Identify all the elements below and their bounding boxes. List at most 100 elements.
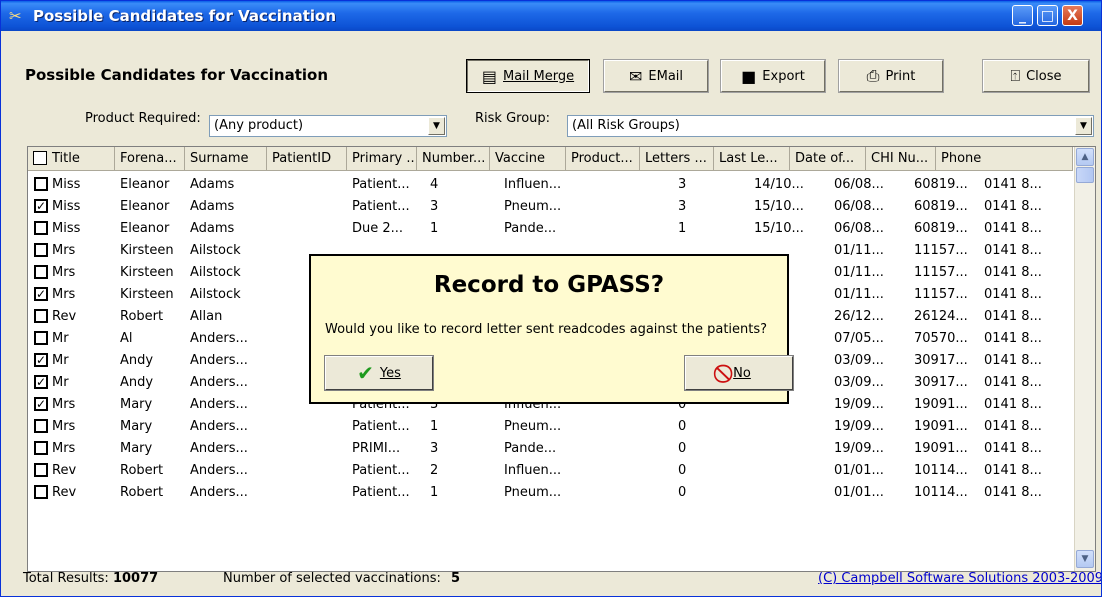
column-header-title[interactable]: Title — [28, 147, 115, 171]
select-all-checkbox[interactable] — [33, 151, 47, 165]
cell-surname: Ailstock — [190, 243, 241, 258]
copyright-link[interactable]: (C) Campbell Software Solutions 2003-200… — [818, 571, 1101, 593]
maximize-button[interactable]: □ — [1037, 5, 1058, 26]
table-row[interactable]: Rev Robert Anders... Patient... 2 Influen... 0… — [28, 460, 1073, 482]
row-checkbox[interactable] — [34, 485, 48, 499]
table-row[interactable]: Mrs Mary Anders... PRIMI... 3 Pande... 0 19/09.… — [28, 438, 1073, 460]
table-row[interactable]: Miss Eleanor Adams Patient... 4 Influen... 3 14… — [28, 174, 1073, 196]
cell-forename: Robert — [120, 485, 164, 500]
row-checkbox[interactable] — [34, 309, 48, 323]
scroll-down-icon[interactable]: ▼ — [1076, 550, 1094, 568]
risk-group-value: (All Risk Groups) — [572, 118, 680, 133]
column-header-phone[interactable]: Phone — [936, 147, 1073, 171]
column-header-letters[interactable]: Letters ... — [640, 147, 714, 171]
row-checkbox[interactable] — [34, 265, 48, 279]
row-checkbox[interactable] — [34, 243, 48, 257]
cell-chi: 11157... — [914, 287, 968, 302]
cell-date-of-birth: 01/01... — [834, 463, 884, 478]
window-close-button[interactable]: X — [1062, 5, 1083, 26]
column-header-patientid[interactable]: PatientID — [267, 147, 347, 171]
column-header-number[interactable]: Number... — [417, 147, 490, 171]
row-checkbox[interactable]: ✓ — [34, 397, 48, 411]
scroll-thumb[interactable] — [1076, 167, 1094, 183]
cell-date-of-birth: 01/11... — [834, 265, 884, 280]
column-header-product[interactable]: Product... — [566, 147, 640, 171]
cell-surname: Adams — [190, 177, 235, 192]
column-header-primary[interactable]: Primary ... — [347, 147, 417, 171]
cell-surname: Ailstock — [190, 265, 241, 280]
cell-phone: 0141 8... — [984, 177, 1042, 192]
minimize-button[interactable]: _ — [1012, 5, 1033, 26]
cell-forename: Mary — [120, 419, 153, 434]
main-window: ✂ Possible Candidates for Vaccination _ … — [0, 0, 1102, 597]
cell-title: Rev — [52, 463, 77, 478]
cell-last-letter: 14/10... — [754, 177, 804, 192]
cell-forename: Robert — [120, 463, 164, 478]
cell-forename: Mary — [120, 441, 153, 456]
page-title: Possible Candidates for Vaccination — [25, 66, 328, 84]
cell-title: Miss — [52, 221, 81, 236]
title-bar[interactable]: ✂ Possible Candidates for Vaccination _ … — [1, 1, 1101, 31]
cell-primary: Patient... — [352, 485, 410, 500]
row-checkbox[interactable]: ✓ — [34, 287, 48, 301]
cell-forename: Kirsteen — [120, 287, 174, 302]
row-checkbox[interactable] — [34, 463, 48, 477]
row-checkbox[interactable] — [34, 419, 48, 433]
export-button[interactable]: ■ Export — [720, 59, 826, 93]
vertical-scrollbar[interactable]: ▲ ▼ — [1074, 147, 1095, 571]
row-checkbox[interactable] — [34, 441, 48, 455]
cell-date-of-birth: 19/09... — [834, 441, 884, 456]
cell-primary: Due 2... — [352, 221, 404, 236]
cell-chi: 60819... — [914, 177, 968, 192]
row-checkbox[interactable]: ✓ — [34, 199, 48, 213]
row-checkbox[interactable]: ✓ — [34, 353, 48, 367]
cell-title: Rev — [52, 485, 77, 500]
table-row[interactable]: Miss Eleanor Adams Due 2... 1 Pande... 1 15/10.… — [28, 218, 1073, 240]
cell-forename: Eleanor — [120, 221, 170, 236]
no-label: No — [733, 365, 751, 381]
row-checkbox[interactable] — [34, 177, 48, 191]
yes-button[interactable]: ✔ Yes — [324, 355, 434, 391]
cell-date-of-birth: 06/08... — [834, 221, 884, 236]
cell-chi: 30917... — [914, 375, 968, 390]
yes-label: Yes — [379, 365, 401, 381]
cell-forename: Robert — [120, 309, 164, 324]
window-title: Possible Candidates for Vaccination — [33, 7, 336, 25]
selected-vaccinations-label: Number of selected vaccinations: — [223, 571, 441, 586]
column-header-chi[interactable]: CHI Nu... — [866, 147, 936, 171]
chevron-down-icon[interactable]: ▼ — [1075, 117, 1092, 135]
product-required-select[interactable]: (Any product) ▼ — [209, 115, 447, 137]
total-results: Total Results: 10077 — [23, 571, 158, 593]
cell-forename: Al — [120, 331, 133, 346]
table-row[interactable]: Rev Robert Anders... Patient... 1 Pneum... 0 01… — [28, 482, 1073, 504]
export-label: Export — [762, 68, 805, 84]
chevron-down-icon[interactable]: ▼ — [428, 117, 445, 135]
column-header-forename[interactable]: Forena... — [115, 147, 185, 171]
cell-surname: Anders... — [190, 441, 248, 456]
cell-phone: 0141 8... — [984, 287, 1042, 302]
row-checkbox[interactable]: ✓ — [34, 375, 48, 389]
cell-phone: 0141 8... — [984, 309, 1042, 324]
cell-forename: Eleanor — [120, 199, 170, 214]
email-button[interactable]: ✉ EMail — [603, 59, 709, 93]
row-checkbox[interactable] — [34, 221, 48, 235]
cell-date-of-birth: 06/08... — [834, 177, 884, 192]
table-row[interactable]: Mrs Mary Anders... Patient... 1 Pneum... 0 19/0… — [28, 416, 1073, 438]
row-checkbox[interactable] — [34, 331, 48, 345]
column-header-date-of-birth[interactable]: Date of... — [790, 147, 866, 171]
total-results-value: 10077 — [112, 571, 159, 586]
cell-chi: 30917... — [914, 353, 968, 368]
close-button[interactable]: ⍐ Close — [982, 59, 1090, 93]
table-row[interactable]: ✓ Miss Eleanor Adams Patient... 3 Pneum... 3 15/… — [28, 196, 1073, 218]
print-button[interactable]: ⎙ Print — [838, 59, 944, 93]
mail-merge-icon: ▤ — [481, 66, 497, 86]
mail-merge-label: Mail Merge — [503, 68, 575, 84]
column-header-last-letter[interactable]: Last Le... — [714, 147, 790, 171]
cell-phone: 0141 8... — [984, 331, 1042, 346]
mail-merge-button[interactable]: ▤ Mail Merge — [466, 59, 590, 93]
column-header-surname[interactable]: Surname — [185, 147, 267, 171]
no-button[interactable]: ⃠ No — [684, 355, 794, 391]
scroll-up-icon[interactable]: ▲ — [1076, 148, 1094, 166]
risk-group-select[interactable]: (All Risk Groups) ▼ — [567, 115, 1094, 137]
column-header-vaccine[interactable]: Vaccine — [490, 147, 566, 171]
